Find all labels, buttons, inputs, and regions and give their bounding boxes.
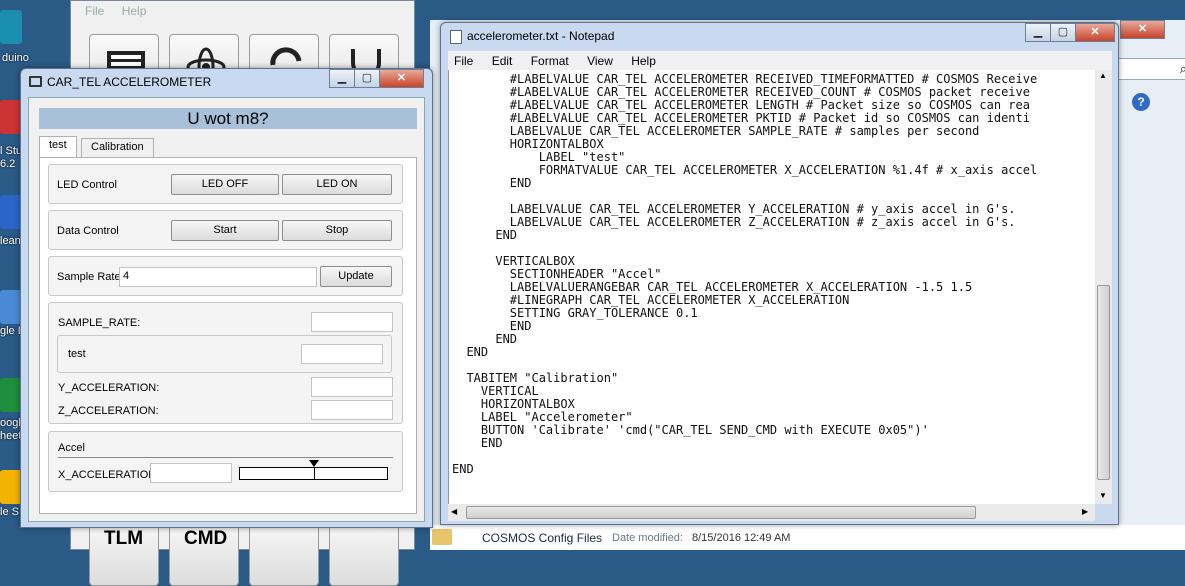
tab-calibration[interactable]: Calibration: [81, 138, 154, 157]
cmd-label: CMD: [184, 528, 228, 549]
tab-panel: LED Control LED OFF LED ON Data Control …: [39, 157, 417, 514]
maximize-button[interactable]: ▢: [354, 69, 380, 88]
led-off-button[interactable]: LED OFF: [171, 174, 279, 195]
accel-section-header: Accel: [58, 442, 85, 454]
menu-file[interactable]: File: [454, 54, 473, 68]
notepad-minimize-button[interactable]: ▁: [1025, 23, 1051, 42]
sample-rate-value-label: SAMPLE_RATE:: [58, 317, 141, 329]
close-button[interactable]: ✕: [379, 69, 424, 88]
menu-help[interactable]: Help: [631, 54, 656, 68]
data-control-label: Data Control: [57, 225, 119, 237]
scroll-down-icon[interactable]: ▼: [1099, 491, 1107, 500]
launcher-menu: File Help: [71, 1, 414, 23]
led-control-label: LED Control: [57, 179, 117, 191]
test-label: test: [68, 348, 86, 360]
explorer-file-row[interactable]: COSMOS Config Files Date modified: 8/15/…: [430, 525, 1185, 550]
folder-icon: [432, 529, 452, 545]
start-button[interactable]: Start: [171, 220, 279, 241]
update-button[interactable]: Update: [320, 266, 392, 287]
sample-rate-label: Sample Rate: [57, 271, 121, 283]
cosmos-client: U wot m8? test Calibration LED Control L…: [28, 97, 425, 522]
range-bar-arrow-icon: [309, 460, 319, 467]
help-icon[interactable]: ?: [1132, 93, 1150, 111]
file-name: COSMOS Config Files: [482, 531, 603, 545]
desktop-label: lean: [0, 235, 21, 247]
x-acceleration-range-bar: [239, 460, 388, 480]
explorer-search-box[interactable]: ⌕: [1110, 58, 1185, 80]
desktop-icon[interactable]: [0, 195, 22, 229]
notepad-icon: [450, 30, 462, 44]
date-modified-label: Date modified:: [612, 532, 683, 544]
tlm-label: TLM: [104, 528, 144, 549]
menu-help[interactable]: Help: [122, 4, 147, 18]
notepad-maximize-button[interactable]: ▢: [1050, 23, 1076, 42]
desktop-label: l Stu: [0, 145, 23, 157]
y-acceleration-label: Y_ACCELERATION:: [58, 382, 160, 394]
menu-format[interactable]: Format: [531, 54, 569, 68]
sample-rate-value: [311, 312, 393, 332]
section-divider: [58, 457, 393, 458]
notepad-window: accelerometer.txt - Notepad ▁ ▢ ✕ File E…: [440, 22, 1119, 525]
search-icon: ⌕: [1179, 61, 1185, 76]
scroll-left-icon[interactable]: ◀: [451, 507, 457, 516]
led-control-group: LED Control LED OFF LED ON: [48, 164, 403, 204]
app-icon: [29, 76, 42, 87]
desktop-label: heet: [0, 430, 22, 442]
range-bar-marker: [314, 467, 315, 480]
file-content: #LABELVALUE CAR_TEL ACCELEROMETER RECEIV…: [452, 72, 1038, 476]
scroll-up-icon[interactable]: ▲: [1099, 71, 1107, 80]
led-on-button[interactable]: LED ON: [282, 174, 392, 195]
notepad-titlebar[interactable]: accelerometer.txt - Notepad ▁ ▢ ✕: [441, 23, 1118, 51]
sample-rate-group: Sample Rate 4 Update: [48, 256, 403, 296]
menu-view[interactable]: View: [587, 54, 613, 68]
notepad-close-button[interactable]: ✕: [1075, 23, 1115, 42]
data-control-group: Data Control Start Stop: [48, 210, 403, 250]
horizontal-scroll-thumb[interactable]: [466, 506, 976, 519]
cosmos-titlebar[interactable]: CAR_TEL ACCELEROMETER ▁ ▢ ✕: [21, 69, 432, 97]
desktop-icon[interactable]: [0, 470, 22, 504]
notepad-text-area[interactable]: #LABELVALUE CAR_TEL ACCELEROMETER RECEIV…: [448, 70, 1095, 504]
date-modified-value: 8/15/2016 12:49 AM: [692, 532, 791, 544]
explorer-close-button[interactable]: ✕: [1120, 20, 1165, 39]
desktop-icon[interactable]: [0, 100, 22, 134]
tab-test[interactable]: test: [39, 136, 77, 158]
z-acceleration-label: Z_ACCELERATION:: [58, 405, 159, 417]
accel-group: Accel X_ACCELERATION:: [48, 431, 403, 492]
cosmos-window: CAR_TEL ACCELEROMETER ▁ ▢ ✕ U wot m8? te…: [20, 68, 433, 528]
x-acceleration-label: X_ACCELERATION:: [58, 469, 160, 481]
screen-header: U wot m8?: [39, 108, 417, 129]
horizontal-scrollbar[interactable]: ◀ ▶: [448, 504, 1095, 521]
minimize-button[interactable]: ▁: [329, 69, 355, 88]
scroll-right-icon[interactable]: ▶: [1082, 507, 1088, 516]
test-box: test: [57, 335, 392, 373]
desktop-icon[interactable]: [0, 10, 22, 44]
z-acceleration-value: [311, 400, 393, 420]
notepad-title: accelerometer.txt - Notepad: [467, 29, 615, 43]
window-title: CAR_TEL ACCELEROMETER: [47, 75, 212, 89]
stop-button[interactable]: Stop: [282, 220, 392, 241]
desktop-icon[interactable]: [0, 290, 22, 324]
sample-rate-input[interactable]: 4: [119, 267, 317, 287]
desktop-label: oogl: [0, 417, 21, 429]
menu-edit[interactable]: Edit: [492, 54, 513, 68]
desktop-label: 6.2: [0, 158, 16, 170]
vertical-scrollbar[interactable]: ▲ ▼: [1095, 70, 1112, 504]
vertical-scroll-thumb[interactable]: [1097, 285, 1110, 480]
telemetry-values-group: SAMPLE_RATE: test Y_ACCELERATION: Z_ACCE…: [48, 302, 403, 424]
desktop-icon[interactable]: [0, 378, 22, 412]
menu-file[interactable]: File: [85, 4, 104, 18]
desktop-label: le S: [0, 506, 19, 518]
x-acceleration-value: [150, 463, 232, 483]
x-acceleration-format-value: [301, 344, 383, 364]
desktop-label: duino: [2, 52, 29, 64]
y-acceleration-value: [311, 377, 393, 397]
notepad-menubar: File Edit Format View Help: [448, 51, 1112, 70]
